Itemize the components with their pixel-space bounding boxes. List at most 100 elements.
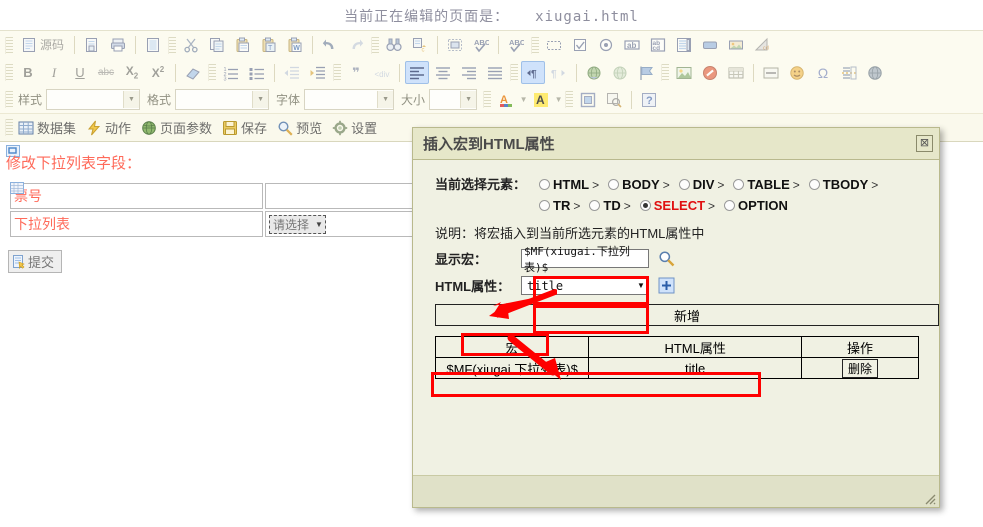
strike-button[interactable]: abc bbox=[94, 61, 118, 84]
toolbar-grip[interactable] bbox=[5, 91, 13, 108]
show-blocks-button[interactable] bbox=[602, 88, 626, 111]
font-select[interactable]: ▼ bbox=[304, 89, 395, 110]
submit-button[interactable]: 提交 bbox=[8, 250, 63, 273]
align-center-button[interactable] bbox=[431, 61, 455, 84]
bg-color-button[interactable]: A bbox=[529, 88, 553, 111]
pagebreak-button[interactable] bbox=[837, 61, 861, 84]
undo-button[interactable] bbox=[318, 34, 342, 57]
rtl-button[interactable]: ¶ bbox=[547, 61, 571, 84]
insert-macro-dialog[interactable]: 插入宏到HTML属性 ⊠ 当前选择元素： HTML > BODY > DIV > TABLE… bbox=[412, 127, 940, 508]
source-button[interactable]: 源码 bbox=[16, 34, 69, 57]
save-menu[interactable]: 保存 bbox=[219, 117, 274, 139]
toolbar-grip[interactable] bbox=[483, 91, 492, 108]
add-attribute-icon[interactable] bbox=[658, 277, 675, 294]
paste-word-button[interactable]: W bbox=[283, 34, 307, 57]
magnifier-icon[interactable] bbox=[658, 250, 675, 267]
outdent-button[interactable] bbox=[280, 61, 304, 84]
align-left-button[interactable] bbox=[405, 61, 429, 84]
print-button[interactable] bbox=[106, 34, 130, 57]
iframe-button[interactable] bbox=[863, 61, 887, 84]
page-params-menu[interactable]: 页面参数 bbox=[138, 117, 219, 139]
element-radio-table[interactable] bbox=[733, 179, 745, 190]
selectfield-button[interactable] bbox=[672, 34, 696, 57]
align-right-button[interactable] bbox=[457, 61, 481, 84]
textfield-button[interactable]: ab bbox=[620, 34, 644, 57]
bold-button[interactable]: B bbox=[16, 61, 40, 84]
imagebutton-button[interactable] bbox=[724, 34, 748, 57]
blockquote-button[interactable]: ❞ bbox=[344, 61, 368, 84]
radio-button[interactable] bbox=[594, 34, 618, 57]
chevron-down-icon[interactable]: ▼ bbox=[554, 90, 563, 110]
action-menu[interactable]: 动作 bbox=[83, 117, 138, 139]
doc-cell-label[interactable]: 下拉列表 bbox=[10, 211, 263, 237]
spellcheck-button[interactable]: ABC bbox=[469, 34, 493, 57]
templates-button[interactable] bbox=[141, 34, 165, 57]
align-justify-button[interactable] bbox=[483, 61, 507, 84]
toolbar-grip[interactable] bbox=[5, 119, 13, 136]
select-all-button[interactable] bbox=[443, 34, 467, 57]
format-select[interactable]: ▼ bbox=[175, 89, 270, 110]
bulleted-list-button[interactable] bbox=[245, 61, 269, 84]
numbered-list-button[interactable]: 123 bbox=[219, 61, 243, 84]
chevron-down-icon[interactable]: ▼ bbox=[519, 90, 528, 110]
toolbar-grip[interactable] bbox=[5, 36, 13, 54]
checkbox-button[interactable] bbox=[568, 34, 592, 57]
element-radio-option[interactable] bbox=[724, 200, 736, 211]
flash-button[interactable] bbox=[698, 61, 722, 84]
about-button[interactable]: ? bbox=[637, 88, 661, 111]
italic-button[interactable]: I bbox=[42, 61, 66, 84]
image-button[interactable] bbox=[672, 61, 696, 84]
cut-button[interactable] bbox=[179, 34, 203, 57]
macro-input[interactable]: $MF(xiugai.下拉列表)$ bbox=[521, 245, 649, 274]
spellcheck-scayt-button[interactable]: ABC bbox=[504, 34, 528, 57]
subscript-button[interactable]: X2 bbox=[120, 61, 144, 84]
button-button[interactable] bbox=[698, 34, 722, 57]
indent-button[interactable] bbox=[306, 61, 330, 84]
paste-button[interactable] bbox=[231, 34, 255, 57]
copy-button[interactable] bbox=[205, 34, 229, 57]
anchor-button[interactable] bbox=[634, 61, 658, 84]
removeformat-button[interactable] bbox=[181, 61, 205, 84]
hr-button[interactable] bbox=[759, 61, 783, 84]
toolbar-grip[interactable] bbox=[208, 64, 216, 81]
element-radio-tbody[interactable] bbox=[808, 179, 820, 190]
text-color-button[interactable]: A bbox=[494, 88, 518, 111]
dropdown-list-field[interactable]: 请选择 ▼ bbox=[269, 214, 326, 234]
specialchar-button[interactable]: Ω bbox=[811, 61, 835, 84]
paste-text-button[interactable]: T bbox=[257, 34, 281, 57]
ltr-button[interactable]: ¶ bbox=[521, 61, 545, 84]
toolbar-grip[interactable] bbox=[168, 36, 177, 54]
toolbar-grip[interactable] bbox=[531, 36, 540, 54]
toolbar-grip[interactable] bbox=[371, 36, 380, 54]
resize-grip-icon[interactable] bbox=[923, 492, 936, 505]
find-button[interactable] bbox=[382, 34, 406, 57]
textarea-button[interactable]: ab cd bbox=[646, 34, 670, 57]
creatediv-button[interactable]: <div> bbox=[370, 61, 394, 84]
add-button[interactable]: 新增 bbox=[435, 304, 939, 326]
hiddenfield-button[interactable]: cd bbox=[750, 34, 774, 57]
element-radio-td[interactable] bbox=[589, 200, 601, 211]
settings-menu[interactable]: 设置 bbox=[329, 117, 384, 139]
toolbar-grip[interactable] bbox=[5, 64, 13, 81]
replace-button[interactable]: c bbox=[408, 34, 432, 57]
new-page-button[interactable] bbox=[80, 34, 104, 57]
maximize-button[interactable] bbox=[576, 88, 600, 111]
toolbar-grip[interactable] bbox=[510, 64, 518, 81]
delete-button[interactable]: 删除 bbox=[842, 358, 879, 378]
style-select[interactable]: ▼ bbox=[46, 89, 141, 110]
toolbar-grip[interactable] bbox=[333, 64, 341, 81]
toolbar-grip[interactable] bbox=[661, 64, 669, 81]
close-icon[interactable]: ⊠ bbox=[916, 135, 933, 152]
element-radio-select[interactable] bbox=[639, 200, 651, 211]
element-radio-html[interactable] bbox=[539, 179, 551, 190]
html-attribute-select[interactable]: title ▼ bbox=[521, 276, 649, 295]
smiley-button[interactable] bbox=[785, 61, 809, 84]
element-radio-div[interactable] bbox=[678, 179, 690, 190]
preview-menu[interactable]: 预览 bbox=[274, 117, 329, 139]
underline-button[interactable]: U bbox=[68, 61, 92, 84]
link-button[interactable] bbox=[582, 61, 606, 84]
table-button[interactable] bbox=[724, 61, 748, 84]
size-select[interactable]: ▼ bbox=[429, 89, 478, 110]
unlink-button[interactable] bbox=[608, 61, 632, 84]
dialog-titlebar[interactable]: 插入宏到HTML属性 ⊠ bbox=[413, 128, 939, 160]
